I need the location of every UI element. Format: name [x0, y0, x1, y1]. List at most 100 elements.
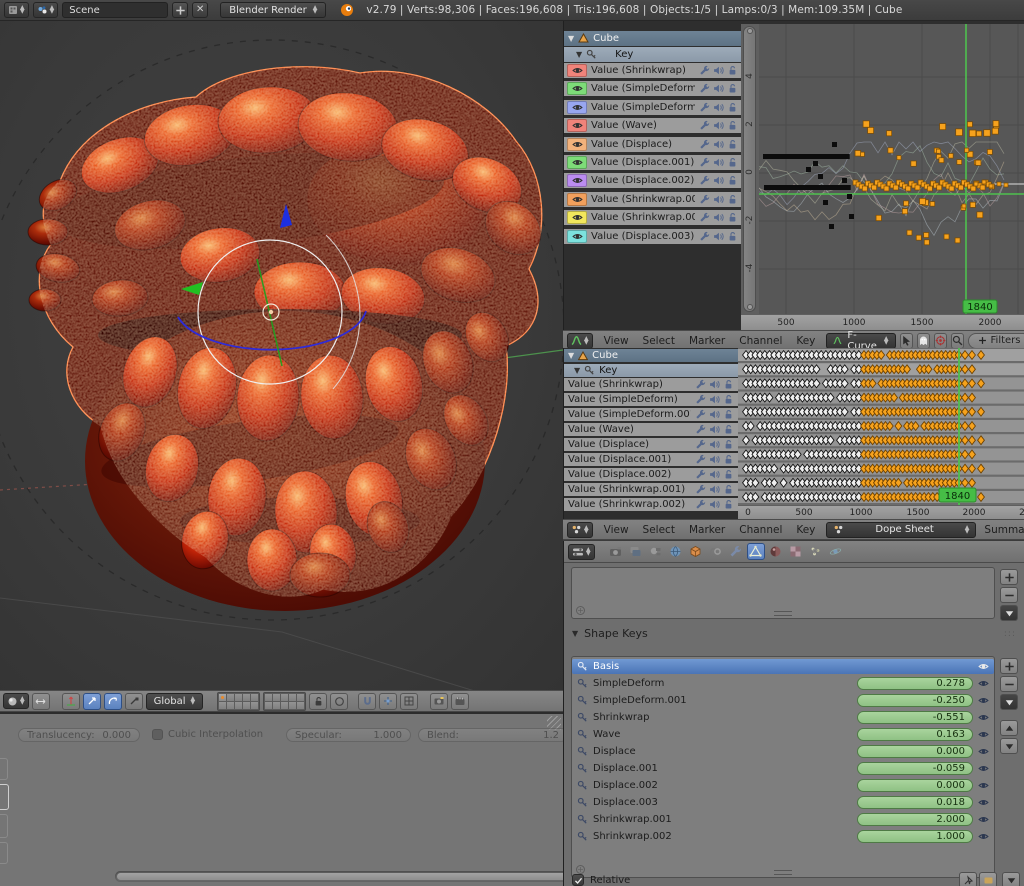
dope-channel-row[interactable]: Value (Displace.002)	[564, 468, 738, 481]
relative-checkbox-row[interactable]: Relative	[572, 874, 630, 886]
channel-visibility-toggle[interactable]	[567, 211, 587, 224]
menu-item[interactable]: Channel	[739, 335, 782, 347]
lock-icon[interactable]	[723, 469, 734, 480]
dope-mode-dropdown[interactable]: Dope Sheet ▲▼	[826, 522, 976, 538]
shape-key-specials-button[interactable]	[1000, 694, 1018, 710]
menu-item[interactable]: Marker	[689, 335, 725, 347]
tab-modifiers[interactable]	[727, 543, 745, 560]
channel-visibility-toggle[interactable]	[567, 174, 587, 187]
mute-icon[interactable]	[709, 484, 720, 495]
dope-channel-row[interactable]: Value (Shrinkwrap.001)	[564, 483, 738, 496]
shape-key-value-slider[interactable]: -0.551	[857, 711, 973, 724]
panel-expand-icon[interactable]: ▼	[572, 629, 578, 638]
edge-widget[interactable]	[0, 814, 8, 838]
channel-visibility-toggle[interactable]	[567, 64, 587, 77]
list-resize-grip[interactable]	[774, 870, 792, 875]
tab-material[interactable]	[767, 543, 785, 560]
ghost-curves-button[interactable]	[917, 333, 930, 349]
fcurve-channel-row[interactable]: Value (Displace)	[564, 137, 741, 152]
shape-key-row[interactable]: Wave 0.163	[572, 727, 994, 742]
proportional-edit-button[interactable]	[330, 693, 348, 710]
channel-visibility-toggle[interactable]	[567, 230, 587, 243]
dope-object-row[interactable]: ▼ Cube	[564, 349, 738, 362]
shape-key-row[interactable]: Shrinkwrap -0.551	[572, 710, 994, 725]
tab-render-layers[interactable]	[627, 543, 645, 560]
menu-item[interactable]: Select	[643, 524, 675, 536]
lock-icon[interactable]	[723, 379, 734, 390]
fcurve-channel-row[interactable]: Value (Displace.002)	[564, 173, 741, 188]
fcurve-channel-row[interactable]: Value (SimpleDeform)	[564, 81, 741, 96]
lock-icon[interactable]	[727, 102, 738, 113]
remove-item-button[interactable]	[1000, 587, 1018, 603]
properties-editor-type-button[interactable]: ▲▼	[568, 544, 595, 560]
manipulator-toggle-button[interactable]	[62, 693, 80, 710]
lock-to-scene-button[interactable]	[309, 693, 327, 710]
shape-key-row[interactable]: Displace.002 0.000	[572, 778, 994, 793]
expand-icon[interactable]: ▼	[574, 366, 580, 375]
resize-grip-icon[interactable]: +	[576, 606, 585, 615]
mute-icon[interactable]	[713, 212, 724, 223]
render-engine-dropdown[interactable]: Blender Render ▲▼	[220, 2, 326, 18]
lock-icon[interactable]	[727, 120, 738, 131]
tab-constraints[interactable]	[707, 543, 725, 560]
remove-shape-key-button[interactable]	[1000, 676, 1018, 692]
channel-visibility-toggle[interactable]	[567, 193, 587, 206]
shape-key-value-slider[interactable]: 0.018	[857, 796, 973, 809]
lock-icon[interactable]	[727, 65, 738, 76]
normalize-button[interactable]	[934, 333, 947, 349]
lock-icon[interactable]	[723, 484, 734, 495]
modifier-icon[interactable]	[699, 157, 710, 168]
tab-physics[interactable]	[827, 543, 845, 560]
scale-manipulator-button[interactable]	[125, 693, 143, 710]
mute-icon[interactable]	[713, 231, 724, 242]
shape-key-mute-icon[interactable]	[978, 746, 989, 757]
specular-slider[interactable]: Specular: 1.000	[286, 728, 411, 742]
snap-element-dropdown[interactable]	[379, 693, 397, 710]
zoom-button[interactable]	[951, 333, 964, 349]
delete-scene-button[interactable]: ✕	[192, 2, 208, 18]
modifier-icon[interactable]	[695, 499, 706, 510]
modifier-icon[interactable]	[695, 394, 706, 405]
shape-key-row[interactable]: Shrinkwrap.002 1.000	[572, 829, 994, 844]
shape-keys-panel-header[interactable]: ▼ Shape Keys	[572, 627, 648, 640]
channel-visibility-toggle[interactable]	[567, 119, 587, 132]
mute-icon[interactable]	[713, 175, 724, 186]
lock-icon[interactable]	[727, 83, 738, 94]
mute-icon[interactable]	[709, 424, 720, 435]
dope-channel-row[interactable]: Value (Shrinkwrap.002)	[564, 498, 738, 511]
blend-slider[interactable]: Blend: 1.2	[418, 728, 568, 742]
widen-header-button[interactable]	[32, 693, 50, 710]
expand-icon[interactable]: ▼	[568, 34, 574, 43]
mute-icon[interactable]	[709, 469, 720, 480]
shape-key-value-slider[interactable]: 2.000	[857, 813, 973, 826]
datablock-list-empty[interactable]: +	[571, 567, 995, 619]
graph-time-ruler[interactable]: 500 1000 1500 2000	[741, 314, 1024, 330]
fcurve-channel-row[interactable]: Value (SimpleDeform.001)	[564, 100, 741, 115]
cursor-mode-button[interactable]	[900, 333, 913, 349]
mute-icon[interactable]	[713, 139, 724, 150]
mute-icon[interactable]	[713, 102, 724, 113]
shape-key-value-slider[interactable]: 0.000	[857, 779, 973, 792]
mute-icon[interactable]	[709, 379, 720, 390]
shape-key-edit-mode-button[interactable]	[979, 872, 997, 886]
lock-icon[interactable]	[723, 409, 734, 420]
add-item-button[interactable]	[1000, 569, 1018, 585]
lock-icon[interactable]	[727, 194, 738, 205]
dope-channel-row[interactable]: Value (Wave)	[564, 423, 738, 436]
relative-checkbox[interactable]	[572, 874, 584, 886]
move-shape-key-down-button[interactable]	[1000, 738, 1018, 754]
shape-key-row[interactable]: Basis	[572, 659, 994, 674]
shape-key-mute-icon[interactable]	[978, 831, 989, 842]
dope-group-row[interactable]: ▼ Key	[564, 364, 738, 377]
translucency-slider[interactable]: Translucency: 0.000	[18, 728, 140, 742]
modifier-icon[interactable]	[695, 424, 706, 435]
mute-icon[interactable]	[709, 454, 720, 465]
graph-editor-type-button[interactable]: ▲▼	[567, 333, 593, 349]
shape-key-mute-icon[interactable]	[978, 780, 989, 791]
lock-icon[interactable]	[723, 499, 734, 510]
mute-icon[interactable]	[709, 499, 720, 510]
tab-texture[interactable]	[787, 543, 805, 560]
mute-icon[interactable]	[713, 194, 724, 205]
shape-key-value-slider[interactable]: 1.000	[857, 830, 973, 843]
modifier-icon[interactable]	[699, 231, 710, 242]
